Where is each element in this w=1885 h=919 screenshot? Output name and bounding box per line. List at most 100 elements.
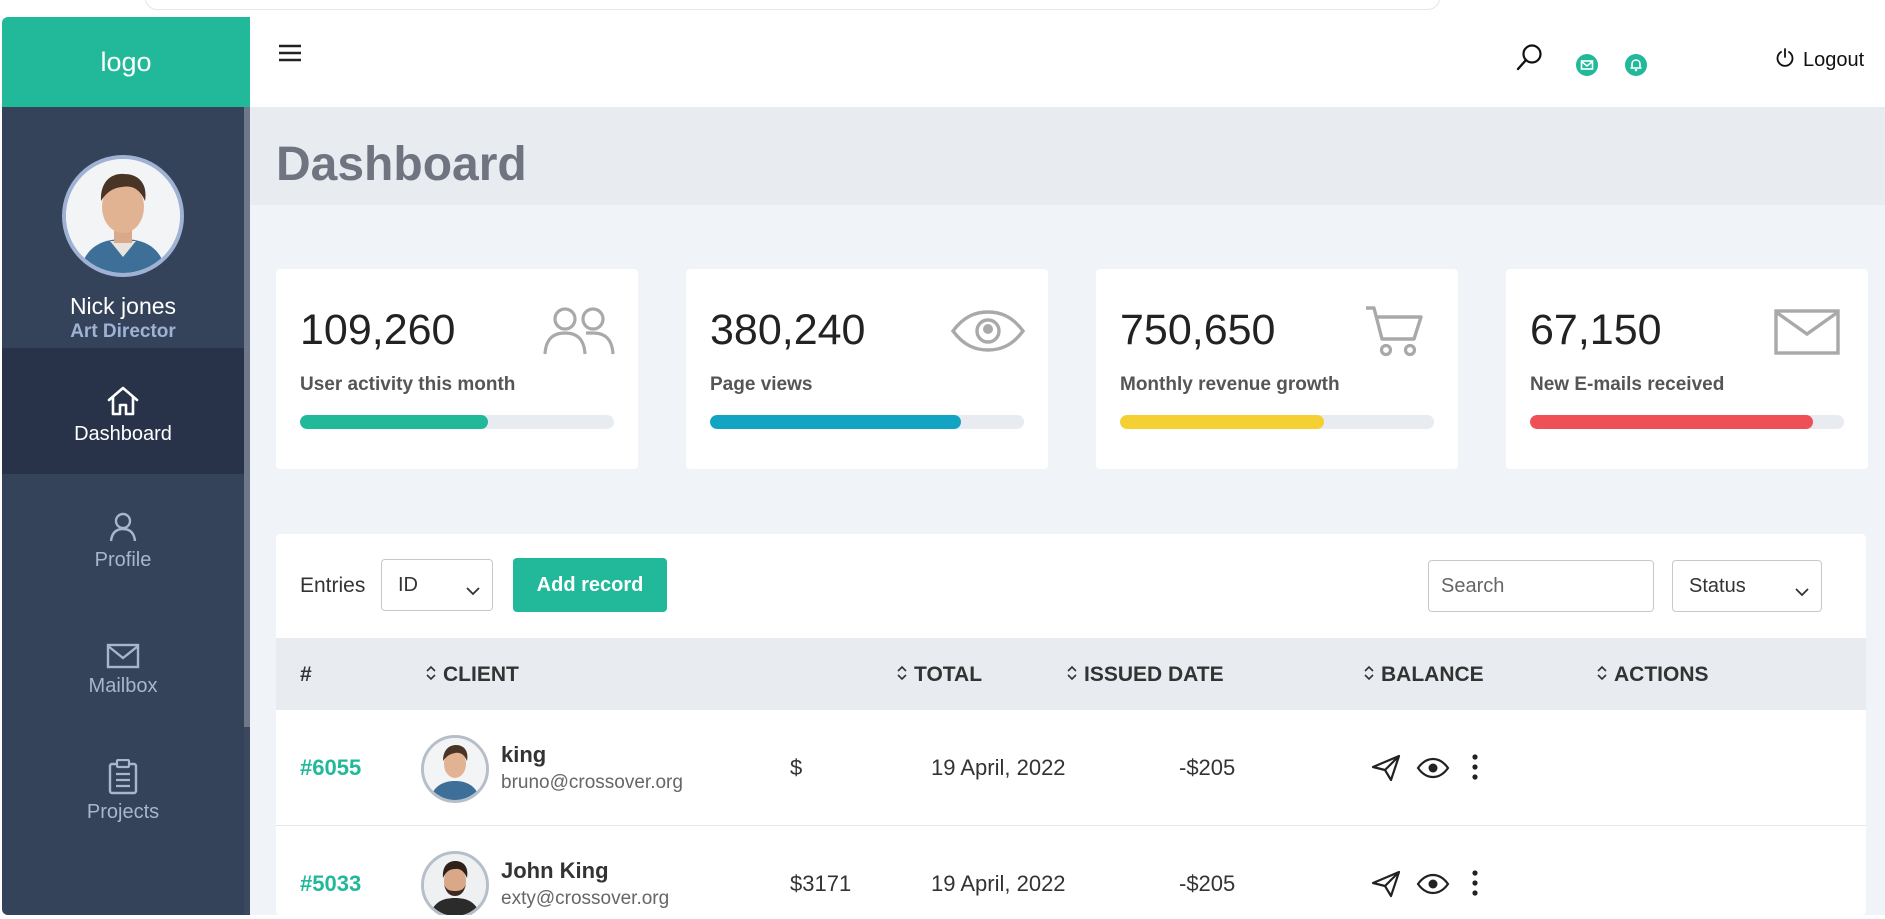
progress-fill [1530,415,1813,429]
column-header-total[interactable]: TOTAL [896,663,982,687]
sidebar: Nick jones Art Director Dashboard Profil… [2,107,250,915]
bell-notification-icon[interactable] [1624,53,1648,82]
client-avatar[interactable] [421,735,489,803]
issued-date-cell: 19 April, 2022 [931,755,1066,780]
status-select-value: Status [1689,574,1746,597]
user-avatar[interactable] [62,155,184,277]
progress-fill [710,415,962,429]
eye-icon [950,309,1026,358]
more-options-icon[interactable] [1472,870,1478,901]
logo-text: logo [100,46,152,77]
sidebar-item-label: Mailbox [88,674,158,697]
sort-icon [425,663,437,687]
progress-bar [1120,415,1434,429]
entries-select-value: ID [398,573,418,596]
address-bar[interactable] [145,0,1440,10]
client-name: John King [501,858,609,883]
chevron-down-icon [466,579,480,602]
power-icon [1775,47,1795,73]
search-icon[interactable] [1516,43,1544,76]
stat-value: 67,150 [1530,306,1662,354]
entries-select[interactable]: ID [381,559,493,611]
eye-icon[interactable] [1416,757,1450,784]
user-role: Art Director [70,321,176,342]
client-email: bruno@crossover.org [501,772,683,793]
table-row: #6055 king bruno@crossover.org $ 19 Apri… [276,710,1866,826]
chevron-down-icon [1795,580,1809,603]
home-icon [106,377,140,417]
progress-bar [300,415,614,429]
sort-icon [1596,663,1608,687]
client-email: exty@crossover.org [501,888,670,909]
stat-card-user-activity: 109,260 User activity this month [276,269,638,469]
sidebar-item-dashboard[interactable]: Dashboard [2,348,244,474]
send-icon[interactable] [1371,754,1401,787]
record-id-link[interactable]: #6055 [300,755,361,781]
stat-label: New E-mails received [1530,374,1725,395]
column-header-client[interactable]: CLIENT [425,663,519,687]
client-name: king [501,742,547,767]
sidebar-item-projects[interactable]: Projects [2,726,244,852]
sort-icon [1363,663,1375,687]
sidebar-item-label: Projects [86,800,160,823]
more-options-icon[interactable] [1472,754,1478,785]
column-header-balance[interactable]: BALANCE [1363,663,1484,687]
stat-value: 109,260 [300,306,456,354]
sidebar-item-profile[interactable]: Profile [2,474,244,600]
balance-cell: -$205 [1179,871,1236,896]
stat-card-revenue: 750,650 Monthly revenue growth [1096,269,1458,469]
status-select[interactable]: Status [1672,560,1822,612]
total-cell: $ [790,755,803,780]
progress-bar [710,415,1024,429]
logo[interactable]: logo [2,17,250,107]
cart-icon [1364,305,1424,362]
stat-value: 380,240 [710,306,866,354]
total-cell: $3171 [790,871,852,896]
progress-bar [1530,415,1844,429]
eye-icon[interactable] [1416,873,1450,900]
column-header-actions[interactable]: ACTIONS [1596,663,1709,687]
app: logo Nick jones Art Director Dashboard P… [2,17,1885,915]
issued-date-cell: 19 April, 2022 [931,871,1066,896]
table-header: # CLIENT TOTAL ISSUED DATE BALANCE ACTIO… [276,638,1866,710]
clipboard-icon [108,755,138,795]
hamburger-menu-icon[interactable] [278,43,302,68]
sidebar-item-label: Dashboard [74,422,172,445]
stat-label: Page views [710,374,813,395]
record-id-link[interactable]: #5033 [300,871,361,897]
users-icon [542,306,616,361]
sort-icon [896,663,908,687]
sidebar-item-label: Profile [94,548,152,571]
logout-label: Logout [1803,48,1865,71]
browser-chrome [0,0,1885,16]
stat-card-page-views: 380,240 Page views [686,269,1048,469]
entries-label: Entries [300,574,366,597]
balance-cell: -$205 [1179,755,1236,780]
progress-fill [1120,415,1325,429]
envelope-icon [106,629,140,669]
main-content: Dashboard 109,260 User activity this mon… [250,107,1885,915]
logout-button[interactable]: Logout [1775,47,1864,73]
send-icon[interactable] [1371,870,1401,903]
sidebar-item-mailbox[interactable]: Mailbox [2,600,244,726]
records-table-card: Entries ID Add record Status # CLIENT TO [276,534,1866,915]
user-icon [108,503,138,543]
stat-card-emails: 67,150 New E-mails received [1506,269,1868,469]
user-name: Nick jones [69,293,177,319]
progress-fill [300,415,489,429]
table-row: #5033 John King exty@crossover.org $3171… [276,826,1866,915]
envelope-icon [1774,309,1840,360]
topbar: Logout [250,17,1885,107]
page-header: Dashboard [250,107,1885,205]
client-avatar[interactable] [421,851,489,915]
sort-icon [1066,663,1078,687]
add-record-button[interactable]: Add record [513,558,667,612]
search-input[interactable] [1428,560,1654,612]
mail-notification-icon[interactable] [1575,53,1599,82]
stat-label: Monthly revenue growth [1120,374,1340,395]
column-header-issued-date[interactable]: ISSUED DATE [1066,663,1224,687]
stat-value: 750,650 [1120,306,1276,354]
stat-label: User activity this month [300,374,516,395]
page-title: Dashboard [276,138,527,191]
column-header-id[interactable]: # [300,663,312,687]
